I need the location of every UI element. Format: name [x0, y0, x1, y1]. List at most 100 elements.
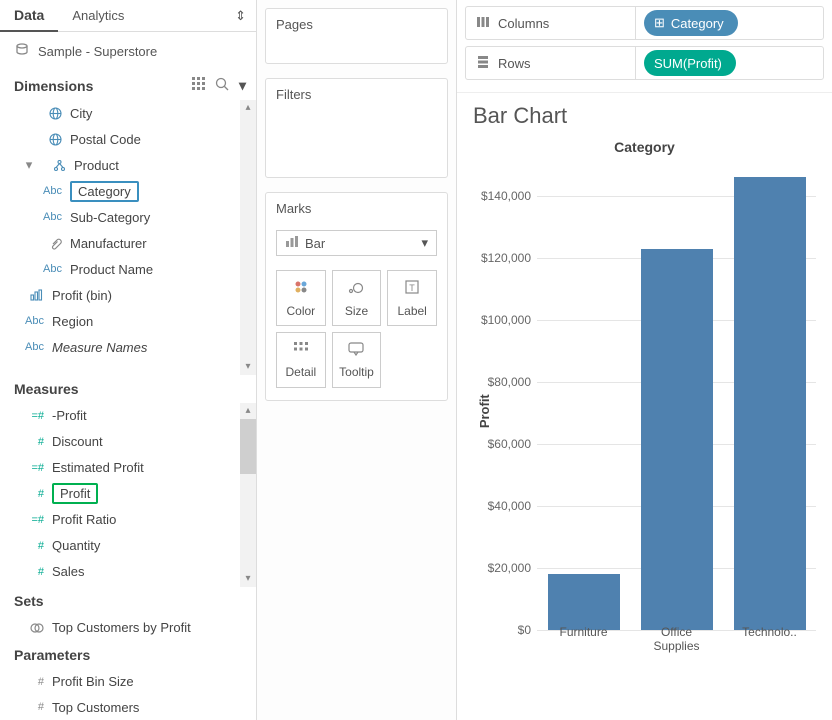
field-label: Profit — [52, 483, 98, 504]
rows-icon — [476, 55, 490, 72]
field-measure-names[interactable]: Abc Measure Names — [0, 334, 256, 360]
search-icon[interactable] — [215, 77, 229, 94]
dropdown-icon: ▾ — [421, 235, 428, 251]
bar-office-supplies[interactable] — [641, 249, 713, 630]
mark-detail-button[interactable]: Detail — [276, 332, 326, 388]
svg-text:T: T — [409, 283, 415, 293]
field-label: Manufacturer — [70, 236, 147, 251]
mark-label: Color — [286, 304, 315, 318]
pill-label: Category — [671, 16, 724, 31]
columns-pill-category[interactable]: ⊞ Category — [644, 10, 738, 36]
x-label: Office Supplies — [634, 625, 720, 670]
table-view-icon[interactable] — [192, 77, 205, 94]
mark-color-button[interactable]: Color — [276, 270, 326, 326]
abc-icon: Abc — [22, 341, 44, 353]
color-icon — [293, 279, 309, 300]
abc-icon: Abc — [40, 185, 62, 197]
field-city[interactable]: City — [0, 100, 256, 126]
tab-analytics-label: Analytics — [72, 8, 124, 23]
globe-icon — [40, 133, 62, 146]
field-top-customers-param[interactable]: # Top Customers — [0, 694, 256, 720]
y-tick-label: $140,000 — [475, 189, 531, 203]
field-sub-category[interactable]: Abc Sub-Category — [0, 204, 256, 230]
scrollbar-track[interactable] — [240, 419, 256, 571]
field-quantity[interactable]: # Quantity — [0, 533, 256, 559]
cards-panel: Pages Filters Marks Bar ▾ — [257, 0, 457, 720]
scroll-down-icon[interactable]: ▾ — [240, 359, 256, 375]
bar-icon — [285, 236, 299, 251]
tab-analytics[interactable]: Analytics ⇕ — [58, 8, 256, 24]
field-profit-ratio[interactable]: =# Profit Ratio — [0, 507, 256, 533]
rows-pill-sum-profit[interactable]: SUM(Profit) — [644, 50, 736, 76]
hash-icon: # — [22, 540, 44, 552]
field-label: Profit (bin) — [52, 288, 112, 303]
field-product[interactable]: ▾ Product — [0, 152, 256, 178]
mark-tooltip-button[interactable]: Tooltip — [332, 332, 382, 388]
field-top-customers-set[interactable]: Top Customers by Profit — [0, 615, 256, 641]
y-tick-label: $60,000 — [475, 437, 531, 451]
abc-icon: Abc — [40, 263, 62, 275]
scroll-up-icon[interactable]: ▴ — [240, 100, 256, 116]
scrollbar-track[interactable] — [240, 116, 256, 359]
x-axis-labels: FurnitureOffice SuppliesTechnolo.. — [537, 625, 816, 670]
field-label: Category — [70, 181, 139, 202]
bar-furniture[interactable] — [548, 574, 620, 630]
field-profit[interactable]: # Profit — [0, 481, 256, 507]
bin-icon — [22, 289, 44, 301]
y-tick-label: $120,000 — [475, 251, 531, 265]
field-manufacturer[interactable]: Manufacturer — [0, 230, 256, 256]
mark-size-button[interactable]: Size — [332, 270, 382, 326]
bar-technolo-[interactable] — [734, 177, 806, 630]
hash-icon: # — [22, 488, 44, 500]
field-label: Estimated Profit — [52, 460, 144, 475]
pages-card[interactable]: Pages — [265, 8, 448, 64]
field-discount[interactable]: # Discount — [0, 429, 256, 455]
columns-shelf[interactable]: Columns ⊞ Category — [465, 6, 824, 40]
field-label: Product Name — [70, 262, 153, 277]
tab-data[interactable]: Data — [0, 0, 58, 32]
datasource-icon — [14, 42, 30, 61]
field-label: Discount — [52, 434, 103, 449]
field-region[interactable]: Abc Region — [0, 308, 256, 334]
detail-icon — [294, 342, 308, 361]
connection-row[interactable]: Sample - Superstore — [0, 32, 256, 71]
field-neg-profit[interactable]: =# -Profit — [0, 403, 256, 429]
field-profit-bin-size-param[interactable]: # Profit Bin Size — [0, 669, 256, 695]
hash-icon: =# — [22, 410, 44, 422]
scrollbar-thumb[interactable] — [240, 419, 256, 474]
field-sales[interactable]: # Sales — [0, 559, 256, 585]
y-tick-label: $0 — [475, 623, 531, 637]
paperclip-icon — [40, 237, 62, 250]
scroll-down-icon[interactable]: ▾ — [240, 571, 256, 587]
field-label: Profit Ratio — [52, 512, 116, 527]
columns-label: Columns — [498, 16, 549, 31]
field-profit-bin[interactable]: Profit (bin) — [0, 282, 256, 308]
field-estimated-profit[interactable]: =# Estimated Profit — [0, 455, 256, 481]
x-label: Technolo.. — [727, 625, 813, 670]
mark-type-select[interactable]: Bar ▾ — [276, 230, 437, 256]
field-label: Sales — [52, 564, 85, 579]
y-tick-label: $100,000 — [475, 313, 531, 327]
marks-card: Marks Bar ▾ Color — [265, 192, 448, 401]
y-tick-label: $20,000 — [475, 561, 531, 575]
plus-icon: ⊞ — [654, 15, 665, 31]
rows-shelf[interactable]: Rows SUM(Profit) — [465, 46, 824, 80]
rows-label: Rows — [498, 56, 531, 71]
mark-type-label: Bar — [305, 236, 325, 251]
field-category[interactable]: Abc Category — [0, 178, 256, 204]
chart-category-title: Category — [467, 139, 822, 165]
mark-label-button[interactable]: T Label — [387, 270, 437, 326]
tooltip-icon — [348, 342, 364, 361]
hash-icon: # — [22, 566, 44, 578]
filters-card[interactable]: Filters — [265, 78, 448, 178]
hash-icon: # — [22, 436, 44, 448]
abc-icon: Abc — [22, 315, 44, 327]
x-label: Furniture — [541, 625, 627, 670]
field-label: Product — [74, 158, 119, 173]
viz-title[interactable]: Bar Chart — [457, 93, 832, 139]
label-icon: T — [404, 279, 420, 300]
field-product-name[interactable]: Abc Product Name — [0, 256, 256, 282]
field-postal-code[interactable]: Postal Code — [0, 126, 256, 152]
menu-dropdown-icon[interactable]: ▾ — [239, 77, 246, 94]
scroll-up-icon[interactable]: ▴ — [240, 403, 256, 419]
